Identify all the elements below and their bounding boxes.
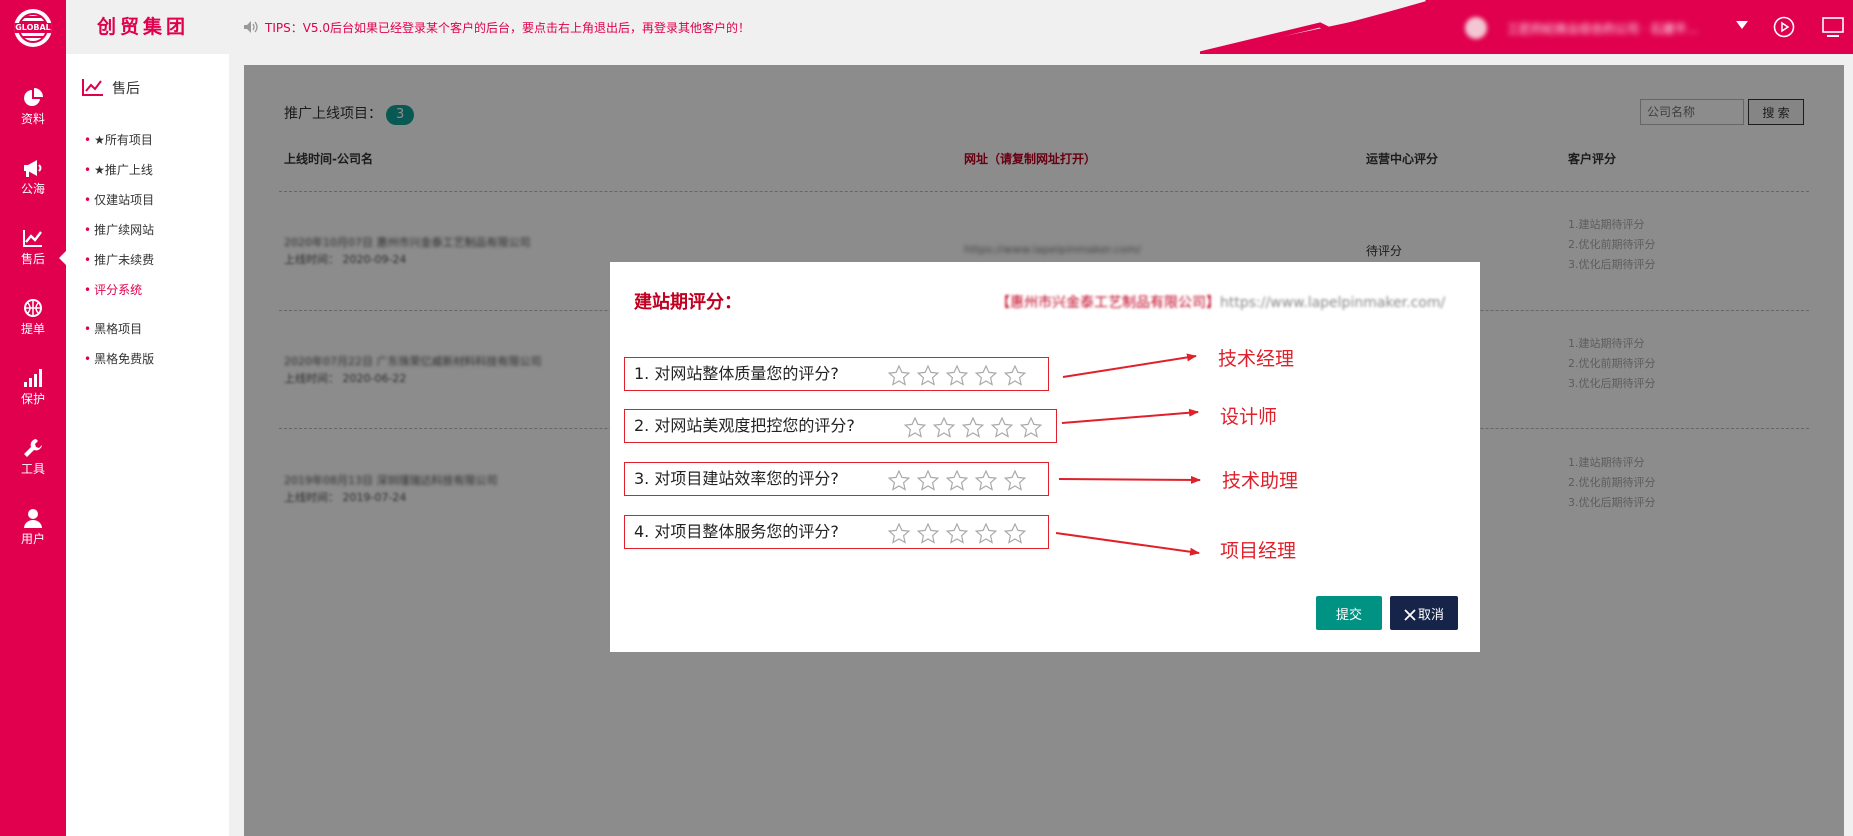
caret-down-icon[interactable] (1735, 20, 1749, 30)
annotation-label-4: 项目经理 (1220, 540, 1297, 562)
star-icon[interactable] (975, 365, 997, 386)
star-icon[interactable] (888, 523, 910, 544)
star-icon[interactable] (904, 417, 926, 438)
star-icon[interactable] (1004, 523, 1026, 544)
rail-item-label: 工具 (20, 462, 45, 476)
submenu-item-label: 推广续网站 (94, 223, 155, 237)
rail-item-label: 公海 (20, 182, 45, 196)
question-1: 1. 对网站整体质量您的评分? (624, 357, 1049, 391)
tips-banner: TIPS：V5.0后台如果已经登录某个客户的后台，要点击右上角退出后，再登录其他… (243, 19, 750, 36)
rail-item-label: 用户 (20, 532, 45, 546)
modal-title: 建站期评分： (634, 292, 742, 313)
submenu: 售后 • ★所有项目 • ★推广上线 • 仅建站项目 • 推广续网站 • 推广未续费 • 评… (66, 54, 229, 836)
rail-item-users[interactable]: 用户 (0, 508, 66, 547)
rail-item-label: 保护 (20, 392, 45, 406)
star-icon[interactable] (888, 470, 910, 491)
submenu-item-promotion-online[interactable]: • ★推广上线 (84, 161, 153, 178)
submenu-item-label: 推广未续费 (94, 253, 155, 267)
submenu-item-unrenewed[interactable]: • 推广未续费 (84, 251, 154, 268)
star-rating-3[interactable] (888, 470, 1033, 491)
user-icon (24, 509, 42, 528)
star-icon[interactable] (888, 365, 910, 386)
star-icon[interactable] (946, 470, 968, 491)
submenu-item-label: ★所有项目 (94, 133, 153, 147)
annotation-label-2: 设计师 (1220, 406, 1278, 428)
submenu-item-label: 仅建站项目 (94, 193, 155, 207)
global-logo[interactable]: GLOBAL (14, 9, 52, 47)
rail-item-tools[interactable]: 工具 (0, 438, 66, 477)
annotation-label-3: 技术助理 (1222, 470, 1299, 492)
submenu-item-all-projects[interactable]: • ★所有项目 (84, 131, 153, 148)
submenu-item-rating-system[interactable]: • 评分系统 (84, 281, 142, 298)
modal-company: 【惠州市兴金泰工艺制品有限公司】https://www.lapelpinmake… (996, 292, 1445, 312)
rail-item-profile[interactable]: 资料 (0, 88, 66, 127)
question-text: 4. 对项目整体服务您的评分? (634, 522, 839, 541)
wrench-icon (24, 439, 42, 457)
star-icon[interactable] (917, 523, 939, 544)
speaker-icon (244, 21, 258, 33)
rail-item-order[interactable]: 提单 (0, 298, 66, 337)
avatar (1465, 17, 1487, 39)
cancel-label: 取消 (1417, 606, 1444, 622)
brand-title: 创贸集团 (97, 16, 190, 38)
star-icon[interactable] (1020, 417, 1042, 438)
star-icon[interactable] (917, 365, 939, 386)
star-icon[interactable] (962, 417, 984, 438)
submenu-item-label: 评分系统 (94, 283, 143, 297)
star-rating-1[interactable] (888, 365, 1033, 386)
submenu-title-text: 售后 (112, 81, 140, 97)
monitor-icon[interactable] (1822, 17, 1844, 37)
tips-text: TIPS：V5.0后台如果已经登录某个客户的后台，要点击右上角退出后，再登录其他… (265, 21, 751, 35)
star-icon[interactable] (975, 523, 997, 544)
star-icon[interactable] (933, 417, 955, 438)
question-2: 2. 对网站美观度把控您的评分? (624, 409, 1057, 443)
question-text: 3. 对项目建站效率您的评分? (634, 469, 839, 488)
submenu-item-label: 黑格免费版 (94, 352, 155, 366)
line-chart-icon (82, 79, 103, 96)
question-3: 3. 对项目建站效率您的评分? (624, 462, 1049, 496)
question-text: 2. 对网站美观度把控您的评分? (634, 416, 855, 435)
star-icon[interactable] (917, 470, 939, 491)
play-icon[interactable] (1773, 16, 1795, 38)
line-chart-icon (23, 230, 42, 247)
rating-modal: 建站期评分： 【惠州市兴金泰工艺制品有限公司】https://www.lapel… (610, 262, 1480, 652)
star-icon[interactable] (975, 470, 997, 491)
user-menu[interactable]: 工匠的纪商业综合的公司 · 石建平… (1465, 17, 1725, 39)
rail-item-after-sales[interactable]: 售后 (0, 228, 67, 267)
annotation-label-1: 技术经理 (1218, 348, 1295, 370)
question-text: 1. 对网站整体质量您的评分? (634, 364, 839, 383)
megaphone-icon (24, 160, 42, 177)
pie-chart-icon (24, 88, 43, 106)
star-rating-2[interactable] (904, 417, 1049, 438)
user-name: 工匠的纪商业综合的公司 · 石建平… (1507, 22, 1699, 36)
modal-company-name: 【惠州市兴金泰工艺制品有限公司】 (996, 295, 1220, 311)
submenu-item-black-grid[interactable]: • 黑格项目 (84, 320, 142, 337)
star-icon[interactable] (991, 417, 1013, 438)
cancel-button[interactable]: 取消 (1390, 596, 1458, 630)
basketball-icon (24, 299, 42, 317)
submenu-item-label: 黑格项目 (94, 322, 143, 336)
rail-item-public-pool[interactable]: 公海 (0, 158, 66, 197)
submenu-item-site-only[interactable]: • 仅建站项目 (84, 191, 154, 208)
modal-company-url: https://www.lapelpinmaker.com/ (1220, 295, 1446, 311)
rail-item-label: 售后 (20, 252, 45, 266)
submit-button[interactable]: 提交 (1316, 596, 1382, 630)
submenu-item-renewed-sites[interactable]: • 推广续网站 (84, 221, 154, 238)
submenu-item-label: ★推广上线 (94, 163, 153, 177)
rail-item-protection[interactable]: 保护 (0, 368, 66, 407)
star-icon[interactable] (946, 365, 968, 386)
question-4: 4. 对项目整体服务您的评分? (624, 515, 1049, 549)
star-icon[interactable] (1004, 365, 1026, 386)
left-rail: GLOBAL 资料 公海 售后 提单 保护 工具 用户 (0, 0, 67, 836)
star-icon[interactable] (946, 523, 968, 544)
submenu-title: 售后 (82, 78, 140, 98)
submenu-item-black-grid-free[interactable]: • 黑格免费版 (84, 350, 154, 367)
signal-bars-icon (24, 369, 42, 387)
logo-text: GLOBAL (14, 23, 52, 33)
close-icon (1404, 608, 1416, 621)
rail-item-label: 资料 (20, 112, 45, 126)
star-icon[interactable] (1004, 470, 1026, 491)
rail-item-label: 提单 (20, 322, 45, 336)
star-rating-4[interactable] (888, 523, 1033, 544)
